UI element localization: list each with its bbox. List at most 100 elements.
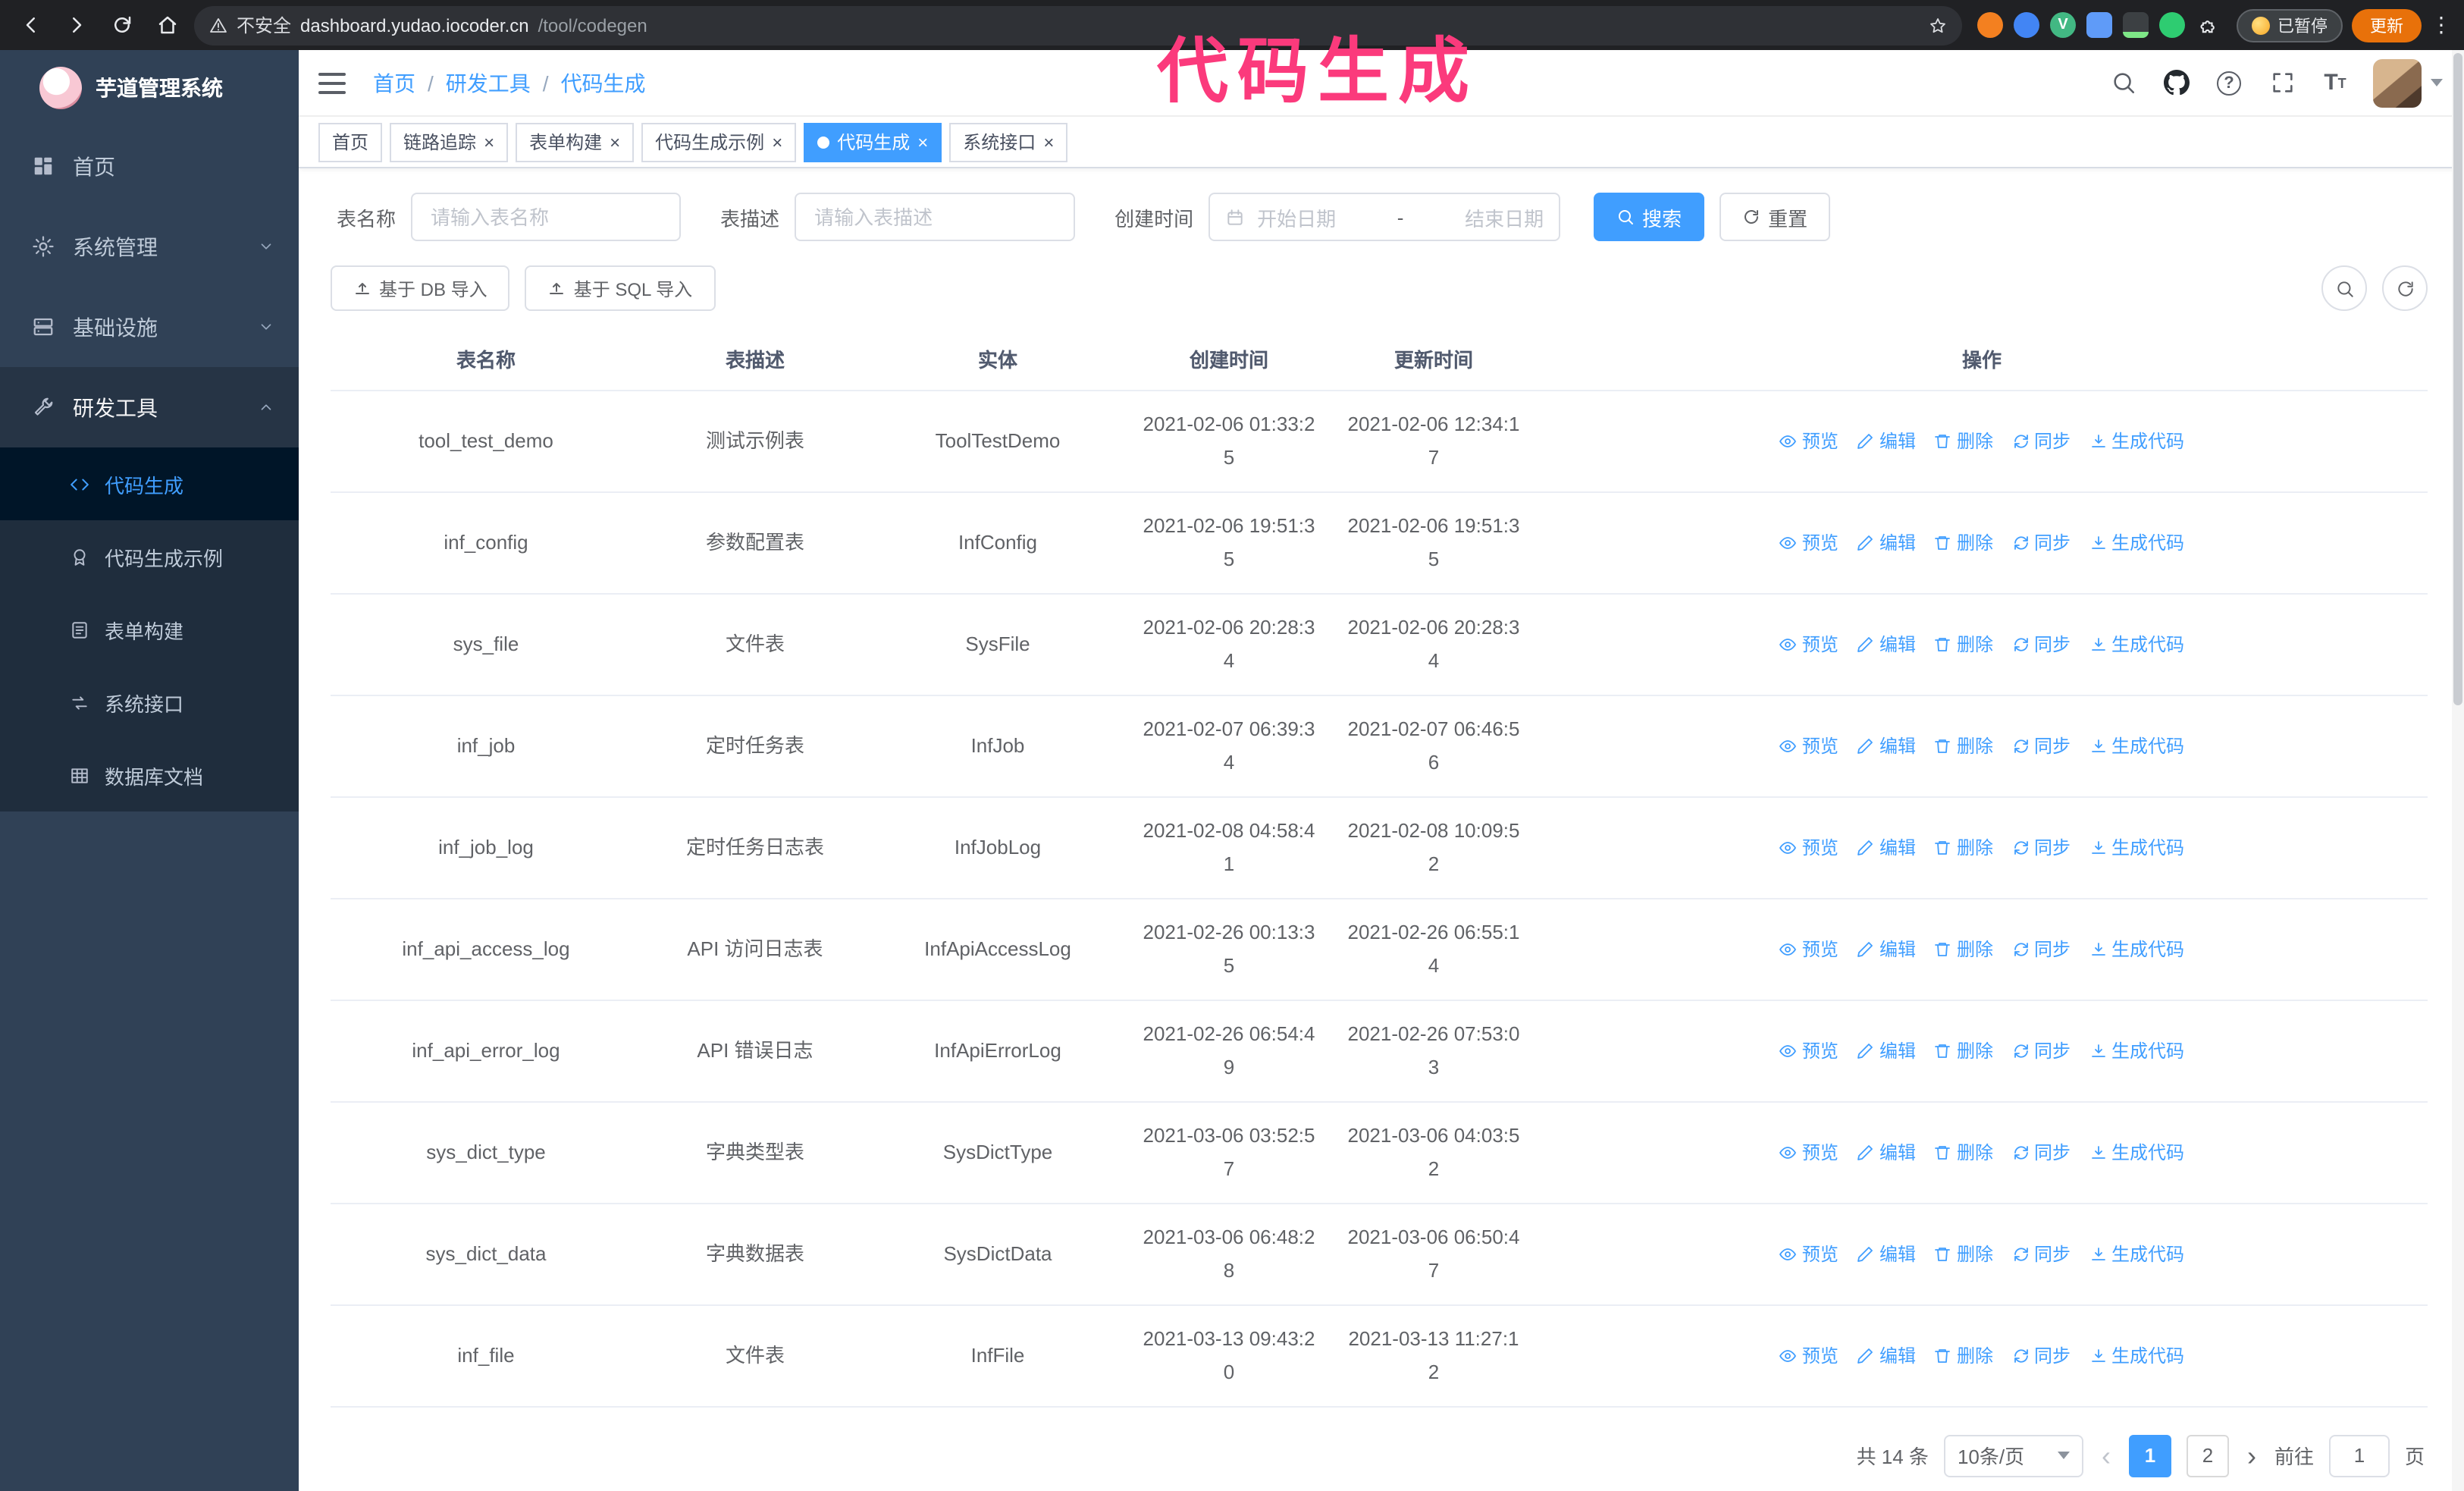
sync-link[interactable]: 同步 [2011, 424, 2071, 457]
sidebar-item-system-api[interactable]: 系统接口 [0, 666, 299, 739]
edit-link[interactable]: 编辑 [1857, 1237, 1916, 1270]
tab-codegen-example[interactable]: 代码生成示例 × [641, 122, 797, 162]
edit-link[interactable]: 编辑 [1857, 1034, 1916, 1067]
browser-menu-icon[interactable]: ⋮ [2431, 12, 2452, 38]
generate-link[interactable]: 生成代码 [2089, 424, 2184, 457]
edit-link[interactable]: 编辑 [1857, 932, 1916, 965]
page-size-select[interactable]: 10条/页 [1943, 1434, 2083, 1477]
delete-link[interactable]: 删除 [1934, 1339, 1993, 1372]
page-number-2[interactable]: 2 [2186, 1434, 2229, 1477]
sidebar-item-system[interactable]: 系统管理 [0, 206, 299, 287]
address-bar[interactable]: 不安全 dashboard.yudao.iocoder.cn/tool/code… [194, 5, 1962, 45]
bookmark-star-icon[interactable] [1929, 16, 1947, 34]
browser-back-icon[interactable] [12, 7, 49, 43]
sidebar-item-home[interactable]: 首页 [0, 126, 299, 206]
close-icon[interactable]: × [772, 133, 782, 151]
close-icon[interactable]: × [1043, 133, 1054, 151]
next-page-icon[interactable]: › [2244, 1442, 2259, 1469]
generate-link[interactable]: 生成代码 [2089, 932, 2184, 965]
import-db-button[interactable]: 基于 DB 导入 [331, 265, 510, 311]
generate-link[interactable]: 生成代码 [2089, 627, 2184, 661]
extension-icon[interactable] [2086, 12, 2112, 38]
sync-link[interactable]: 同步 [2011, 1237, 2071, 1270]
sidebar-item-codegen[interactable]: 代码生成 [0, 447, 299, 520]
toggle-search-button[interactable] [2321, 265, 2367, 311]
reset-button[interactable]: 重置 [1719, 193, 1831, 241]
preview-link[interactable]: 预览 [1779, 627, 1839, 661]
sync-link[interactable]: 同步 [2011, 526, 2071, 559]
generate-link[interactable]: 生成代码 [2089, 526, 2184, 559]
extension-icon[interactable]: V [2050, 12, 2076, 38]
import-sql-button[interactable]: 基于 SQL 导入 [525, 265, 716, 311]
tab-form-builder[interactable]: 表单构建 × [516, 122, 635, 162]
preview-link[interactable]: 预览 [1779, 830, 1839, 864]
sync-link[interactable]: 同步 [2011, 932, 2071, 965]
table-desc-input[interactable] [795, 193, 1076, 241]
generate-link[interactable]: 生成代码 [2089, 830, 2184, 864]
browser-forward-icon[interactable] [58, 7, 94, 43]
generate-link[interactable]: 生成代码 [2089, 1237, 2184, 1270]
extension-icon[interactable] [2014, 12, 2039, 38]
hamburger-icon[interactable] [318, 72, 346, 93]
delete-link[interactable]: 删除 [1934, 1034, 1993, 1067]
tab-trace[interactable]: 链路追踪 × [390, 122, 509, 162]
table-name-input[interactable] [411, 193, 682, 241]
sidebar-item-form-builder[interactable]: 表单构建 [0, 593, 299, 666]
user-menu[interactable] [2373, 58, 2443, 107]
refresh-table-button[interactable] [2382, 265, 2428, 311]
delete-link[interactable]: 删除 [1934, 1135, 1993, 1169]
generate-link[interactable]: 生成代码 [2089, 1135, 2184, 1169]
preview-link[interactable]: 预览 [1779, 424, 1839, 457]
extensions-puzzle-icon[interactable] [2196, 12, 2221, 38]
edit-link[interactable]: 编辑 [1857, 627, 1916, 661]
preview-link[interactable]: 预览 [1779, 526, 1839, 559]
sync-link[interactable]: 同步 [2011, 729, 2071, 762]
preview-link[interactable]: 预览 [1779, 932, 1839, 965]
tab-system-api[interactable]: 系统接口 × [949, 122, 1068, 162]
chrome-update-button[interactable]: 更新 [2352, 8, 2422, 42]
generate-link[interactable]: 生成代码 [2089, 1034, 2184, 1067]
scrollbar[interactable] [2452, 50, 2464, 1491]
prev-page-icon[interactable]: ‹ [2099, 1442, 2114, 1469]
sidebar-item-devtools[interactable]: 研发工具 [0, 367, 299, 447]
extension-icon[interactable] [2123, 12, 2149, 38]
delete-link[interactable]: 删除 [1934, 1237, 1993, 1270]
sidebar-item-infra[interactable]: 基础设施 [0, 287, 299, 367]
edit-link[interactable]: 编辑 [1857, 729, 1916, 762]
breadcrumb-devtools[interactable]: 研发工具 [446, 67, 531, 98]
sync-link[interactable]: 同步 [2011, 830, 2071, 864]
search-icon[interactable] [2108, 67, 2138, 98]
close-icon[interactable]: × [484, 133, 494, 151]
scrollbar-thumb[interactable] [2453, 53, 2462, 705]
tab-codegen[interactable]: 代码生成 × [804, 122, 942, 162]
breadcrumb-home[interactable]: 首页 [373, 67, 415, 98]
goto-page-input[interactable] [2328, 1434, 2390, 1477]
edit-link[interactable]: 编辑 [1857, 1135, 1916, 1169]
browser-reload-icon[interactable] [103, 7, 140, 43]
edit-link[interactable]: 编辑 [1857, 1339, 1916, 1372]
extension-icon[interactable] [2159, 12, 2185, 38]
sync-link[interactable]: 同步 [2011, 1339, 2071, 1372]
close-icon[interactable]: × [917, 133, 928, 151]
preview-link[interactable]: 预览 [1779, 1034, 1839, 1067]
search-button[interactable]: 搜索 [1594, 193, 1705, 241]
delete-link[interactable]: 删除 [1934, 932, 1993, 965]
edit-link[interactable]: 编辑 [1857, 526, 1916, 559]
delete-link[interactable]: 删除 [1934, 424, 1993, 457]
generate-link[interactable]: 生成代码 [2089, 729, 2184, 762]
delete-link[interactable]: 删除 [1934, 627, 1993, 661]
date-range-picker[interactable]: 开始日期 - 结束日期 [1208, 193, 1561, 241]
generate-link[interactable]: 生成代码 [2089, 1339, 2184, 1372]
page-number-1[interactable]: 1 [2128, 1434, 2171, 1477]
close-icon[interactable]: × [610, 133, 620, 151]
sync-link[interactable]: 同步 [2011, 627, 2071, 661]
delete-link[interactable]: 删除 [1934, 729, 1993, 762]
preview-link[interactable]: 预览 [1779, 1339, 1839, 1372]
fullscreen-icon[interactable] [2267, 67, 2297, 98]
extension-icon[interactable] [1977, 12, 2003, 38]
browser-home-icon[interactable] [149, 7, 185, 43]
paused-badge[interactable]: 已暂停 [2237, 8, 2343, 42]
logo[interactable]: 芋道管理系统 [0, 50, 299, 126]
delete-link[interactable]: 删除 [1934, 830, 1993, 864]
help-icon[interactable]: ? [2214, 67, 2244, 98]
